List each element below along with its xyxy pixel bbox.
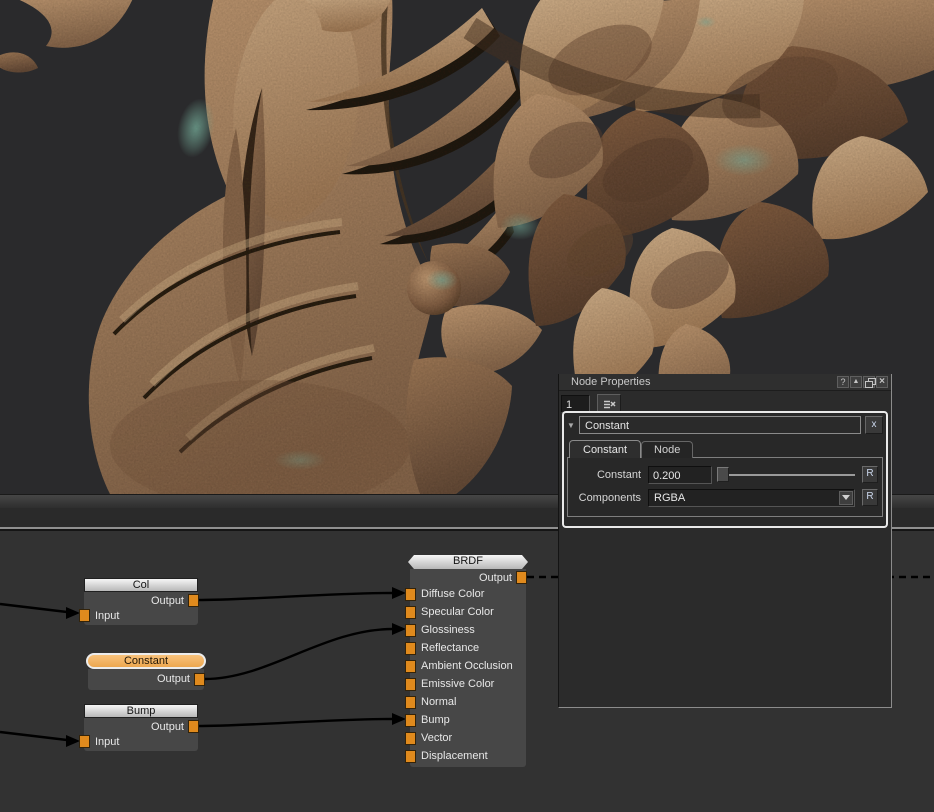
output-port-label: Output <box>479 572 512 584</box>
output-port[interactable] <box>188 594 199 607</box>
node-brdf[interactable]: BRDF Output Diffuse Color Specular Color… <box>408 555 528 767</box>
restore-icon[interactable] <box>863 376 875 388</box>
input-port-label: Specular Color <box>421 606 494 618</box>
pin-icon[interactable]: ▲ <box>850 376 862 388</box>
close-icon[interactable]: × <box>876 376 888 388</box>
input-port-label: Reflectance <box>421 642 479 654</box>
node-col-title[interactable]: Col <box>84 578 198 592</box>
slider-handle[interactable] <box>717 467 729 482</box>
panel-title: Node Properties <box>571 376 836 388</box>
collapse-arrow-icon[interactable]: ▼ <box>567 421 579 430</box>
node-property-group: ▼ x Constant Node Constant R <box>562 411 888 528</box>
tab-content: Constant R Components RGBA R <box>567 457 883 517</box>
input-port-label: Emissive Color <box>421 678 494 690</box>
tab-node[interactable]: Node <box>641 441 693 458</box>
input-port-label: Glossiness <box>421 624 475 636</box>
input-port[interactable] <box>405 732 416 745</box>
list-clear-icon <box>603 399 616 410</box>
dropdown-arrow-button[interactable] <box>839 491 853 505</box>
node-col-body[interactable]: Output Input <box>84 592 198 625</box>
input-port-label: Input <box>95 610 119 622</box>
input-port[interactable] <box>405 696 416 709</box>
input-port[interactable] <box>405 678 416 691</box>
input-port[interactable] <box>405 660 416 673</box>
node-constant-title[interactable]: Constant <box>86 653 206 669</box>
components-label: Components <box>572 492 648 504</box>
panel-titlebar[interactable]: Node Properties ? ▲ × <box>559 374 891 391</box>
node-name-field[interactable] <box>579 416 861 434</box>
output-port-label: Output <box>151 721 184 733</box>
node-constant-body[interactable]: Output <box>88 669 204 690</box>
input-port[interactable] <box>79 735 90 748</box>
input-port-label: Bump <box>421 714 450 726</box>
application-window: Col Output Input Constant Output <box>0 0 934 812</box>
components-dropdown[interactable]: RGBA <box>648 489 855 507</box>
node-brdf-body[interactable]: Output Diffuse Color Specular Color Glos… <box>410 569 526 767</box>
chevron-down-icon <box>842 495 850 500</box>
help-icon[interactable]: ? <box>837 376 849 388</box>
node-bump-body[interactable]: Output Input <box>84 718 198 751</box>
input-port-label: Ambient Occlusion <box>421 660 513 672</box>
components-row: Components RGBA R <box>572 487 878 508</box>
output-port[interactable] <box>194 673 205 686</box>
input-port-label: Vector <box>421 732 452 744</box>
output-port-label: Output <box>157 673 190 685</box>
constant-label: Constant <box>572 469 648 481</box>
slider-track[interactable] <box>729 474 855 476</box>
input-port-label: Input <box>95 736 119 748</box>
node-bump[interactable]: Bump Output Input <box>84 704 198 751</box>
output-port[interactable] <box>188 720 199 733</box>
input-port-label: Diffuse Color <box>421 588 484 600</box>
input-port[interactable] <box>405 624 416 637</box>
input-port[interactable] <box>405 642 416 655</box>
input-port[interactable] <box>405 606 416 619</box>
tab-constant[interactable]: Constant <box>569 440 641 458</box>
input-port-label: Normal <box>421 696 456 708</box>
input-port[interactable] <box>79 609 90 622</box>
input-port[interactable] <box>405 588 416 601</box>
constant-slider[interactable] <box>717 467 855 482</box>
node-properties-panel: Node Properties ? ▲ × ▼ x Constant <box>558 374 892 708</box>
reset-components-button[interactable]: R <box>862 489 878 506</box>
node-brdf-title[interactable]: BRDF <box>408 555 528 569</box>
node-constant[interactable]: Constant Output <box>86 653 206 690</box>
group-header: ▼ x <box>567 416 883 434</box>
constant-row: Constant R <box>572 464 878 485</box>
property-tabs: Constant Node <box>569 440 883 458</box>
output-port-label: Output <box>151 595 184 607</box>
output-port[interactable] <box>516 571 527 584</box>
input-port-label: Displacement <box>421 750 488 762</box>
remove-node-button[interactable]: x <box>865 416 883 434</box>
node-bump-title[interactable]: Bump <box>84 704 198 718</box>
input-port[interactable] <box>405 750 416 763</box>
reset-constant-button[interactable]: R <box>862 466 878 483</box>
constant-value-field[interactable] <box>648 466 712 484</box>
node-col[interactable]: Col Output Input <box>84 578 198 625</box>
input-port[interactable] <box>405 714 416 727</box>
